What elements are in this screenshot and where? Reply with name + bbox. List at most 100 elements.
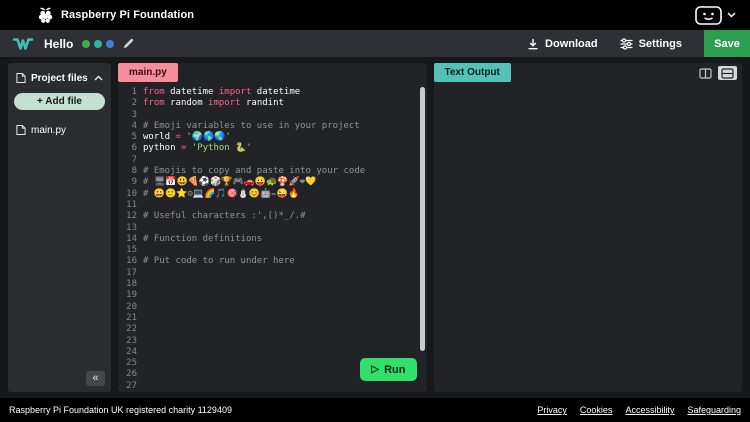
line-number: 26 xyxy=(126,369,137,380)
editor-panel: main.py 1 2 3 4 5 6 7 8 9 10 11 12 13 14 15 16 17 18 19 20 2… xyxy=(118,63,427,392)
file-panel: Project files + Add file main.py « xyxy=(8,63,111,392)
settings-label: Settings xyxy=(638,37,682,50)
line-number: 18 xyxy=(126,279,137,290)
code-line[interactable] xyxy=(143,223,427,234)
editor-tabbar: main.py xyxy=(118,63,427,82)
edit-project-name-button[interactable] xyxy=(123,38,134,49)
line-number: 19 xyxy=(126,290,137,301)
line-number: 11 xyxy=(126,199,137,210)
split-rows-icon xyxy=(721,67,734,79)
code-line[interactable]: # 🖥📅😃🍕⚽🎲🏆🎮🚗😛🐢🍄🚀❤💛 xyxy=(143,177,427,188)
project-files-title: Project files xyxy=(31,72,88,84)
code-line[interactable] xyxy=(143,268,427,279)
raspberry-pi-logo-icon xyxy=(38,6,53,24)
chevron-up-icon xyxy=(94,75,103,81)
code-line[interactable] xyxy=(143,336,427,347)
footer-link-accessibility[interactable]: Accessibility xyxy=(625,405,674,415)
play-icon: ▷ xyxy=(371,364,380,375)
project-files-header[interactable]: Project files xyxy=(14,72,105,84)
line-number: 2 xyxy=(131,98,137,109)
globe-emoji-icon xyxy=(106,39,115,48)
folder-file-icon xyxy=(16,72,26,84)
code-line[interactable] xyxy=(143,279,427,290)
save-button[interactable]: Save xyxy=(704,30,750,57)
line-number: 16 xyxy=(126,256,137,267)
project-header: Hello Download Settings Save xyxy=(0,30,750,57)
line-number: 12 xyxy=(126,211,137,222)
code-line[interactable]: from random import randint xyxy=(143,98,427,109)
code-editor-logo-icon xyxy=(12,35,34,52)
code-area[interactable]: 1 2 3 4 5 6 7 8 9 10 11 12 13 14 15 16 17 18 19 20 21 22 23 24 2… xyxy=(118,82,427,392)
layout-columns-button[interactable] xyxy=(696,66,715,80)
line-number: 5 xyxy=(131,132,137,143)
layout-toggle-group xyxy=(696,66,737,80)
brand-title: Raspberry Pi Foundation xyxy=(61,9,195,21)
line-numbers: 1 2 3 4 5 6 7 8 9 10 11 12 13 14 15 16 17 18 19 20 21 22 23 24 2… xyxy=(118,87,143,392)
tab-main-py[interactable]: main.py xyxy=(118,63,178,82)
line-number: 13 xyxy=(126,222,137,233)
line-number: 23 xyxy=(126,335,137,346)
code-line[interactable]: world = '🌍🌎🌏' xyxy=(143,132,427,143)
code-line[interactable] xyxy=(143,155,427,166)
output-panel: Text Output xyxy=(433,63,742,392)
footer-link-safeguarding[interactable]: Safeguarding xyxy=(687,405,741,415)
code-line[interactable] xyxy=(143,324,427,335)
footer-link-cookies[interactable]: Cookies xyxy=(580,405,613,415)
settings-button[interactable]: Settings xyxy=(620,38,682,50)
file-name: main.py xyxy=(31,124,67,136)
footer-links: Privacy Cookies Accessibility Safeguardi… xyxy=(537,405,741,415)
app: { "topbar": { "brand": "Raspberry Pi Fou… xyxy=(0,0,750,422)
line-number: 3 xyxy=(131,109,137,120)
avatar-face-icon xyxy=(695,5,722,25)
line-number: 4 xyxy=(131,120,137,131)
code-line[interactable]: # 😀🙂⭐⚙💻🌈🎵🎯⛄😊🤖✏😜🔥 xyxy=(143,189,427,200)
footer-link-privacy[interactable]: Privacy xyxy=(537,405,567,415)
code-line[interactable] xyxy=(143,313,427,324)
account-menu-button[interactable] xyxy=(695,5,722,25)
code-line[interactable]: # Function definitions xyxy=(143,234,427,245)
code-line[interactable] xyxy=(143,347,427,358)
tab-text-output[interactable]: Text Output xyxy=(433,63,511,82)
download-button[interactable]: Download xyxy=(527,38,598,50)
code-line[interactable] xyxy=(143,302,427,313)
line-number: 10 xyxy=(126,188,137,199)
code-line[interactable]: # Useful characters :',()*_/.# xyxy=(143,211,427,222)
line-number: 22 xyxy=(126,324,137,335)
code-line[interactable]: # Put code to run under here xyxy=(143,256,427,267)
code-line[interactable] xyxy=(143,290,427,301)
split-columns-icon xyxy=(699,67,712,79)
line-number: 25 xyxy=(126,358,137,369)
code-line[interactable] xyxy=(143,110,427,121)
code-line[interactable]: from datetime import datetime xyxy=(143,87,427,98)
download-icon xyxy=(527,38,539,50)
line-number: 15 xyxy=(126,245,137,256)
file-item[interactable]: main.py xyxy=(14,124,105,136)
layout-rows-button[interactable] xyxy=(718,66,737,80)
editor-scrollbar[interactable] xyxy=(419,87,425,351)
run-label: Run xyxy=(384,363,406,376)
line-number: 27 xyxy=(126,380,137,391)
add-file-button[interactable]: + Add file xyxy=(14,93,105,110)
line-number: 1 xyxy=(131,87,137,97)
code-line[interactable] xyxy=(143,381,427,392)
footer: Raspberry Pi Foundation UK registered ch… xyxy=(0,398,750,422)
topbar: Raspberry Pi Foundation xyxy=(0,0,750,30)
line-number: 14 xyxy=(126,233,137,244)
code-line[interactable]: # Emojis to copy and paste into your cod… xyxy=(143,166,427,177)
code-line[interactable] xyxy=(143,245,427,256)
collapse-sidebar-button[interactable]: « xyxy=(86,371,105,386)
pencil-icon xyxy=(123,38,134,49)
charity-text: Raspberry Pi Foundation UK registered ch… xyxy=(9,405,232,415)
code-line[interactable]: python = 'Python 🐍' xyxy=(143,143,427,154)
line-number: 24 xyxy=(126,346,137,357)
main-area: Project files + Add file main.py « main.… xyxy=(0,57,750,398)
line-number: 21 xyxy=(126,312,137,323)
globe-emoji-icon xyxy=(82,39,91,48)
run-button[interactable]: ▷ Run xyxy=(360,358,417,381)
file-icon xyxy=(16,124,26,136)
project-title-globe-emojis xyxy=(82,39,115,48)
code-line[interactable]: # Emoji variables to use in your project xyxy=(143,121,427,132)
code-line[interactable] xyxy=(143,200,427,211)
code-lines[interactable]: from datetime import datetime from random… xyxy=(143,87,427,392)
line-number: 7 xyxy=(131,154,137,165)
